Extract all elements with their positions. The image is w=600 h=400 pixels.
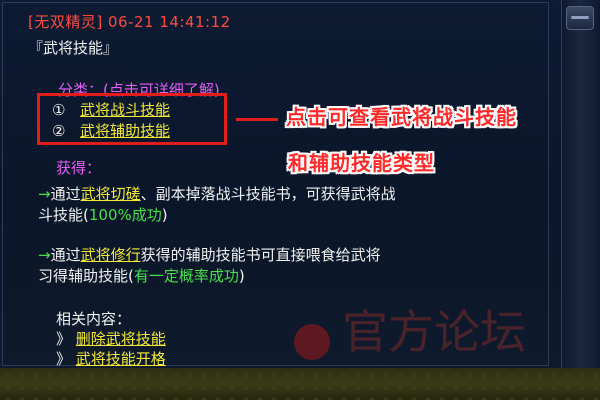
arrow-icon: → (38, 246, 51, 264)
training-link[interactable]: 武将修行 (81, 246, 141, 264)
page-title: 『武将技能』 (28, 39, 119, 57)
text-fragment: ) (161, 206, 168, 224)
text-fragment: 、副本掉落战斗技能书，可获得武将战 (140, 185, 396, 203)
game-ground-strip (0, 368, 600, 400)
gain-paragraph-2-line-2: 习得辅助技能(有一定概率成功) (38, 266, 245, 286)
gain-paragraph-1-line-2: 斗技能(100%成功) (38, 205, 168, 225)
text-fragment: 获得的辅助技能书可直接喂食给武将 (140, 246, 381, 264)
related-item-open-slot[interactable]: 》 武将技能开格 (56, 349, 166, 369)
forum-watermark: 官方论坛 (294, 305, 526, 360)
arrow-icon: → (38, 185, 51, 203)
scrollbar[interactable] (561, 0, 600, 372)
related-label: 相关内容： (56, 310, 132, 328)
text-fragment: 斗技能( (38, 206, 89, 224)
spar-link[interactable]: 武将切磋 (81, 185, 141, 203)
text-fragment: 习得辅助技能( (38, 267, 134, 285)
highlight-box (37, 93, 227, 145)
text-fragment: ) (238, 267, 245, 285)
chat-panel: 官方论坛 [无双精灵] 06-21 14:41:12 『武将技能』 分类：(点击… (0, 0, 600, 372)
scroll-thumb[interactable] (566, 6, 594, 30)
related-item-delete-skill[interactable]: 》 删除武将技能 (56, 329, 166, 349)
message-header: [无双精灵] 06-21 14:41:12 (28, 13, 231, 31)
text-fragment: 通过 (50, 246, 81, 264)
annotation-line-2: 和辅助技能类型 (288, 151, 435, 175)
success-rate: 100%成功 (88, 206, 162, 224)
gain-paragraph-2-line-1: →通过武将修行获得的辅助技能书可直接喂食给武将 (38, 245, 381, 265)
gain-label: 获得： (56, 159, 102, 177)
delete-skill-link[interactable]: 删除武将技能 (76, 330, 166, 348)
open-slot-link[interactable]: 武将技能开格 (76, 350, 166, 368)
text-fragment: 通过 (50, 185, 81, 203)
annotation-connector (236, 118, 278, 121)
annotation-line-1: 点击可查看武将战斗技能 (286, 105, 517, 129)
success-rate: 有一定概率成功 (133, 267, 239, 285)
chevron-icon: 》 (56, 350, 72, 368)
chevron-icon: 》 (56, 330, 72, 348)
gain-paragraph-1-line-1: →通过武将切磋、副本掉落战斗技能书，可获得武将战 (38, 184, 396, 204)
svg-text:官方论坛: 官方论坛 (342, 305, 526, 359)
